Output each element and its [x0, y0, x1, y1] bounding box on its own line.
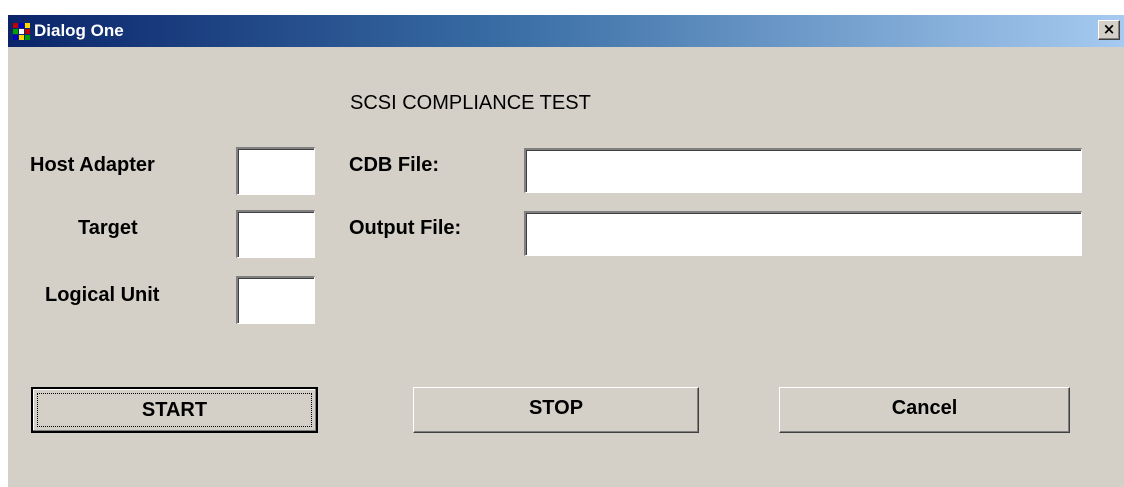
- start-button-label: START: [37, 393, 312, 427]
- host-adapter-label: Host Adapter: [30, 154, 155, 176]
- logical-unit-label: Logical Unit: [45, 284, 160, 306]
- output-file-label: Output File:: [349, 217, 462, 239]
- logical-unit-input[interactable]: [236, 276, 315, 324]
- dialog-window: Dialog One × SCSI COMPLIANCE TEST Host A…: [8, 15, 1124, 487]
- close-button[interactable]: ×: [1098, 20, 1120, 40]
- dialog-heading: SCSI COMPLIANCE TEST: [350, 92, 591, 114]
- window-title: Dialog One: [34, 21, 124, 40]
- start-button[interactable]: START: [31, 387, 318, 433]
- stop-button[interactable]: STOP: [413, 387, 699, 433]
- cancel-button[interactable]: Cancel: [779, 387, 1070, 433]
- cdb-file-label: CDB File:: [349, 154, 439, 176]
- stop-button-label: STOP: [528, 397, 584, 419]
- target-label: Target: [78, 217, 138, 239]
- app-icon: [13, 23, 30, 40]
- target-input[interactable]: [236, 210, 315, 258]
- title-bar[interactable]: Dialog One ×: [8, 15, 1124, 47]
- close-icon: ×: [1102, 20, 1116, 38]
- host-adapter-input[interactable]: [236, 147, 315, 195]
- cdb-file-input[interactable]: [524, 148, 1082, 193]
- cancel-button-label: Cancel: [891, 397, 958, 419]
- output-file-input[interactable]: [524, 211, 1082, 256]
